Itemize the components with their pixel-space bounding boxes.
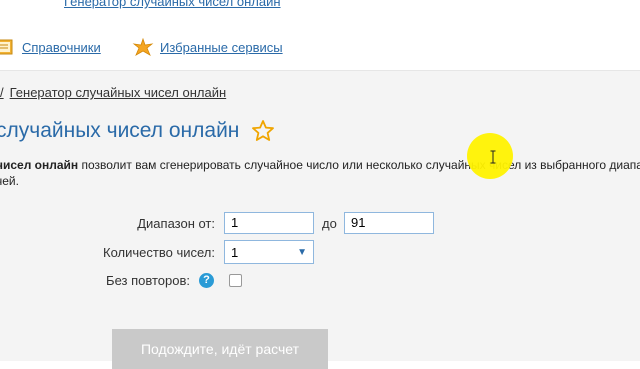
chevron-down-icon: ▼	[297, 246, 307, 258]
range-from-input[interactable]: 1	[224, 212, 314, 234]
count-select-value: 1	[231, 244, 239, 260]
range-to-input[interactable]: 91	[344, 212, 434, 234]
norepeat-checkbox[interactable]	[229, 273, 242, 287]
submit-button[interactable]: Подождите, идёт расчет	[112, 329, 328, 369]
intro-bold: чисел онлайн	[0, 158, 79, 172]
star-burst-icon	[132, 38, 154, 56]
norepeat-label: Без повторов:	[106, 272, 190, 288]
help-icon[interactable]: ?	[199, 272, 214, 288]
intro-line2: чей.	[0, 174, 19, 188]
nav-references[interactable]: Справочники	[0, 38, 101, 56]
nav-favorites[interactable]: Избранные сервисы	[132, 38, 283, 56]
book-icon	[0, 39, 13, 55]
breadcrumb-prev[interactable]: /	[0, 85, 4, 100]
top-generator-link[interactable]: Генератор случайных чисел онлайн	[64, 0, 281, 9]
intro-body: позволит вам сгенерировать случайное чис…	[78, 158, 640, 172]
page-title: случайных чисел онлайн	[0, 119, 240, 142]
title-row: случайных чисел онлайн	[0, 119, 275, 143]
favorite-star-icon[interactable]	[251, 119, 275, 143]
breadcrumb: / Генератор случайных чисел онлайн	[0, 85, 226, 100]
range-to-label: до	[322, 215, 337, 231]
count-label: Количество чисел:	[103, 244, 215, 260]
count-select[interactable]: 1 ▼	[224, 240, 314, 264]
nav-references-label: Справочники	[22, 39, 101, 55]
main-content: / Генератор случайных чисел онлайн случай…	[0, 70, 640, 369]
nav-favorites-label: Избранные сервисы	[160, 39, 283, 55]
text-cursor-icon	[490, 150, 496, 164]
range-label: Диапазон от:	[137, 215, 215, 231]
intro-text: чисел онлайн позволит вам сгенерировать …	[0, 157, 640, 189]
breadcrumb-current[interactable]: Генератор случайных чисел онлайн	[10, 85, 227, 100]
